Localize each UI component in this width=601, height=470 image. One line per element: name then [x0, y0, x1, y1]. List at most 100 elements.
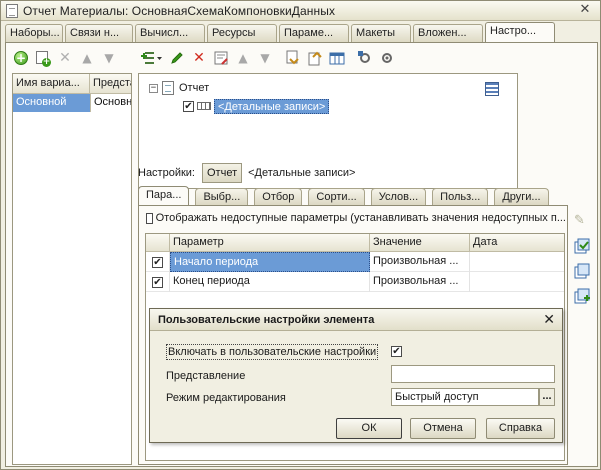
- tab-selection[interactable]: Выбр...: [195, 188, 249, 205]
- move-variant-down-button[interactable]: ▼: [100, 49, 118, 67]
- properties-icon: [214, 51, 228, 65]
- param-use-checkbox[interactable]: ✔: [152, 276, 163, 288]
- table-add-icon: [574, 288, 590, 304]
- window-title: Отчет Материалы: ОсновнаяСхемаКомпоновки…: [23, 3, 336, 18]
- edit-parameter-button[interactable]: ✎: [574, 213, 590, 229]
- parameters-side-toolbar: ✎: [574, 213, 592, 313]
- tab-user-fields[interactable]: Польз...: [432, 188, 489, 205]
- variant-name-cell[interactable]: Основной: [13, 94, 90, 112]
- tab-parameters[interactable]: Параме...: [279, 24, 349, 42]
- tab-other[interactable]: Други...: [494, 188, 549, 205]
- copy-variant-button[interactable]: [34, 49, 52, 67]
- parameters-table-header: Параметр Значение Дата: [146, 234, 564, 252]
- ungroup-button[interactable]: [306, 49, 324, 67]
- tree-node-detail-records[interactable]: ✔ <Детальные записи>: [183, 98, 330, 114]
- structure-settings-button[interactable]: [356, 49, 374, 67]
- param-use-checkbox[interactable]: ✔: [152, 256, 163, 268]
- add-variant-button[interactable]: +: [12, 49, 30, 67]
- arrow-down-icon: ▼: [104, 51, 114, 65]
- table-row[interactable]: Основной Основн: [13, 94, 131, 112]
- param-name-cell[interactable]: Начало периода: [170, 252, 370, 272]
- delete-icon: ✕: [59, 50, 71, 66]
- group-button[interactable]: [284, 49, 302, 67]
- variant-presentation-cell[interactable]: Основн: [90, 94, 131, 112]
- tab-datasets[interactable]: Наборы...: [5, 24, 63, 42]
- delete-variant-button[interactable]: ✕: [56, 49, 74, 67]
- new-table-button[interactable]: [328, 49, 346, 67]
- tab-links[interactable]: Связи н...: [65, 24, 133, 42]
- tab-calculated[interactable]: Вычисл...: [135, 24, 205, 42]
- ungroup-icon: [308, 51, 322, 66]
- column-use[interactable]: [146, 234, 170, 252]
- table-row[interactable]: ✔ Конец периода Произвольная ...: [146, 272, 564, 292]
- tab-templates[interactable]: Макеты: [351, 24, 411, 42]
- collapse-icon[interactable]: −: [149, 83, 158, 93]
- tab-settings[interactable]: Настро...: [485, 22, 555, 42]
- column-value[interactable]: Значение: [370, 234, 470, 252]
- column-date[interactable]: Дата: [470, 234, 564, 252]
- edit-structure-button[interactable]: [168, 49, 186, 67]
- use-cell[interactable]: ✔: [146, 252, 170, 272]
- tab-resources[interactable]: Ресурсы: [207, 24, 277, 42]
- records-icon: [197, 102, 211, 110]
- param-date-cell[interactable]: [470, 272, 564, 292]
- copy-parameter-button[interactable]: [574, 263, 590, 279]
- structure-toolbar: ✕ ▲ ▼: [140, 48, 400, 68]
- dialog-close-icon[interactable]: ✕: [543, 309, 555, 331]
- list-view-icon[interactable]: [485, 82, 499, 96]
- pencil-icon: [171, 52, 183, 64]
- report-settings-button[interactable]: Отчет: [202, 163, 243, 183]
- table-row[interactable]: ✔ Начало периода Произвольная ...: [146, 252, 564, 272]
- param-value-cell[interactable]: Произвольная ...: [370, 272, 470, 292]
- window-close-icon[interactable]: ✕: [578, 3, 592, 17]
- add-parameter-button[interactable]: [574, 288, 590, 304]
- param-date-cell[interactable]: [470, 252, 564, 272]
- table-add-icon: [329, 52, 345, 65]
- edit-mode-choose-button[interactable]: ...: [539, 388, 555, 406]
- include-user-settings-row[interactable]: Включать в пользовательские настройки: [166, 342, 379, 362]
- properties-button[interactable]: [212, 49, 230, 67]
- tab-nested[interactable]: Вложен...: [413, 24, 483, 42]
- dialog-title: Пользовательские настройки элемента: [158, 314, 375, 326]
- tab-parameters-inner[interactable]: Пара...: [138, 186, 190, 205]
- edit-mode-input[interactable]: Быстрый доступ: [391, 388, 539, 406]
- tab-filter[interactable]: Отбор: [254, 188, 303, 205]
- tree-node-report[interactable]: − Отчет: [149, 80, 209, 96]
- tab-conditional[interactable]: Услов...: [370, 188, 427, 205]
- parameter-settings-button[interactable]: [574, 238, 590, 254]
- variants-table: Имя вариа... Предста Основной Основн: [12, 73, 132, 465]
- arrow-down-icon: ▼: [260, 51, 270, 65]
- ok-button[interactable]: ОК: [336, 418, 402, 439]
- column-parameter[interactable]: Параметр: [170, 234, 370, 252]
- structure-settings2-button[interactable]: [378, 49, 396, 67]
- presentation-input[interactable]: [391, 365, 555, 383]
- tree-node-report-label: Отчет: [179, 82, 210, 94]
- presentation-label: Представление: [166, 370, 246, 382]
- detail-records-checkbox[interactable]: ✔: [183, 100, 194, 112]
- add-grouping-button[interactable]: [140, 49, 164, 67]
- move-structure-down-button[interactable]: ▼: [256, 49, 274, 67]
- presentation-row: Представление: [166, 366, 245, 386]
- show-unavailable-checkbox[interactable]: [146, 212, 153, 224]
- column-variant-name[interactable]: Имя вариа...: [13, 74, 90, 94]
- use-cell[interactable]: ✔: [146, 272, 170, 292]
- show-unavailable-row[interactable]: Отображать недоступные параметры (устана…: [146, 212, 566, 224]
- cancel-button[interactable]: Отмена: [410, 418, 476, 439]
- dialog-title-bar: Пользовательские настройки элемента ✕: [150, 309, 562, 331]
- help-button[interactable]: Справка: [486, 418, 555, 439]
- move-structure-up-button[interactable]: ▲: [234, 49, 252, 67]
- group-icon: [286, 50, 299, 65]
- gear-settings-icon: [382, 53, 392, 63]
- delete-structure-button[interactable]: ✕: [190, 49, 208, 67]
- param-value-cell[interactable]: Произвольная ...: [370, 252, 470, 272]
- pencil-icon: ✎: [574, 213, 585, 228]
- title-bar: Отчет Материалы: ОсновнаяСхемаКомпоновки…: [1, 1, 600, 21]
- include-user-settings-checkbox[interactable]: ✔: [391, 346, 402, 357]
- arrow-up-icon: ▲: [82, 51, 92, 65]
- settings-context-bar: Настройки: Отчет <Детальные записи>: [138, 161, 355, 185]
- column-variant-presentation[interactable]: Предста: [90, 74, 131, 94]
- param-name-cell[interactable]: Конец периода: [170, 272, 370, 292]
- move-variant-up-button[interactable]: ▲: [78, 49, 96, 67]
- tab-sorting[interactable]: Сорти...: [308, 188, 365, 205]
- edit-mode-label: Режим редактирования: [166, 392, 286, 404]
